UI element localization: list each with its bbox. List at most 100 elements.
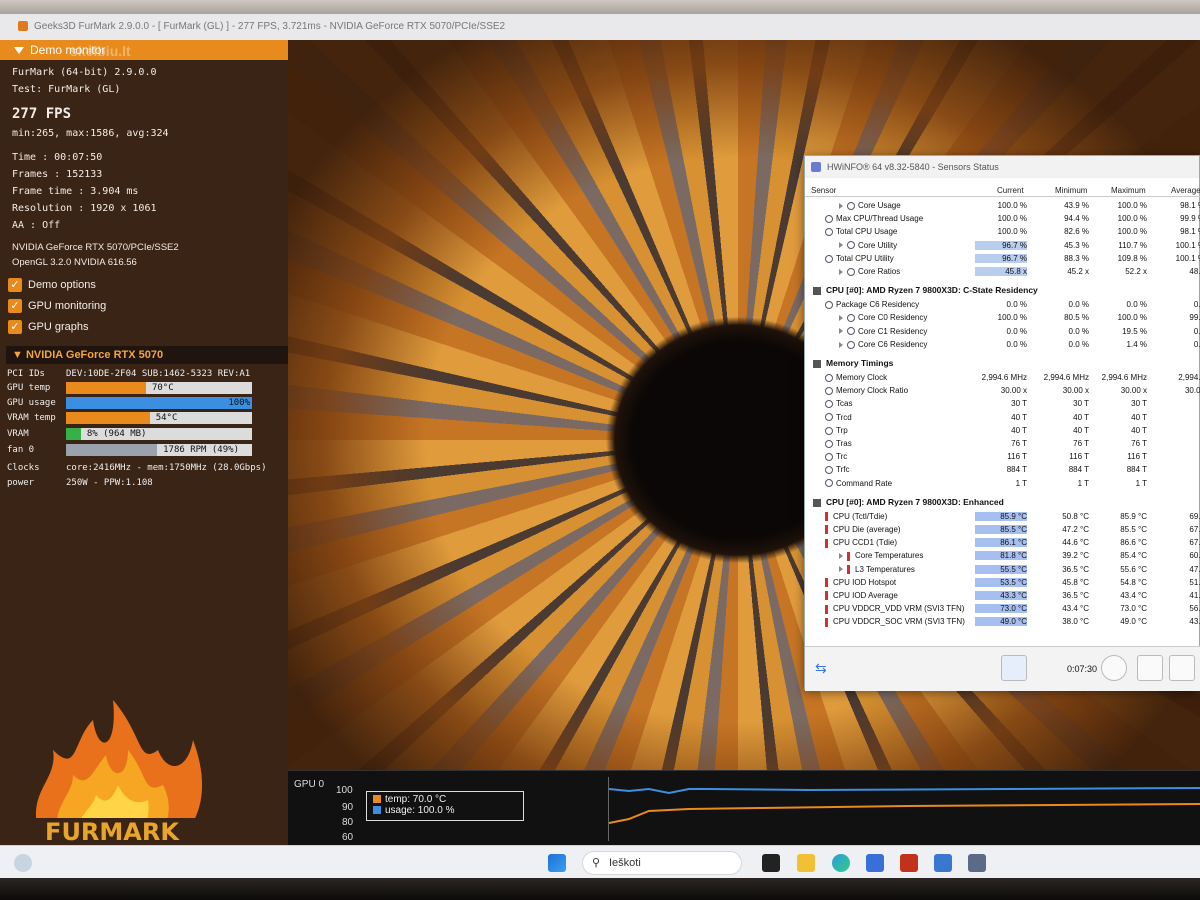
sensor-name: Core C6 Residency bbox=[839, 340, 927, 349]
demo-monitor-header[interactable]: Demo monitor bbox=[0, 40, 288, 60]
sensor-row[interactable]: CPU IOD Hotspot 53.5 °C 45.8 °C 54.8 °C 51.9 bbox=[805, 577, 1200, 590]
sensor-icon bbox=[825, 479, 833, 488]
sensor-row[interactable]: Core Usage 100.0 % 43.9 % 100.0 % 98.1 % bbox=[805, 200, 1200, 213]
hwinfo-sensors-window[interactable]: HWiNFO® 64 v8.32-5840 - Sensors Status S… bbox=[804, 155, 1200, 691]
svg-text:FURMARK: FURMARK bbox=[45, 818, 180, 846]
store-icon[interactable] bbox=[866, 854, 884, 872]
hwinfo-taskbar-icon[interactable] bbox=[934, 854, 952, 872]
sensor-row[interactable]: Tcas 30 T 30 T 30 T bbox=[805, 398, 1200, 411]
log-icon[interactable] bbox=[1137, 655, 1163, 681]
sensor-section-header[interactable]: CPU [#0]: AMD Ryzen 7 9800X3D: Enhanced bbox=[813, 497, 1004, 507]
expand-arrow-icon[interactable] bbox=[839, 268, 843, 275]
col-current[interactable]: Current bbox=[997, 186, 1024, 195]
taskbar-search[interactable]: ⚲ Ieškoti bbox=[582, 851, 742, 875]
expand-arrow-icon[interactable] bbox=[839, 315, 843, 322]
graph-legend: temp: 70.0 °C usage: 100.0 % bbox=[366, 791, 524, 821]
clock-icon[interactable] bbox=[1101, 655, 1127, 681]
sensor-row[interactable]: Tras 76 T 76 T 76 T bbox=[805, 438, 1200, 451]
screen: Geeks3D FurMark 2.9.0.0 - [ FurMark (GL)… bbox=[0, 0, 1200, 900]
value-current: 85.9 °C bbox=[975, 511, 1027, 521]
opengl-version: OpenGL 3.2.0 NVIDIA 616.56 bbox=[12, 257, 137, 268]
expand-arrow-icon[interactable] bbox=[839, 328, 843, 335]
thermometer-icon bbox=[847, 564, 850, 574]
demo-options-checkbox[interactable]: ✓ Demo options bbox=[8, 278, 96, 292]
sensor-icon bbox=[825, 400, 833, 409]
expand-arrow-icon[interactable] bbox=[839, 341, 843, 348]
gpu-graphs-checkbox[interactable]: ✓ GPU graphs bbox=[8, 320, 89, 334]
value-maximum: 116 T bbox=[1127, 452, 1147, 462]
start-icon[interactable] bbox=[548, 854, 566, 872]
sensor-row[interactable]: CPU IOD Average 43.3 °C 36.5 °C 43.4 °C 41.7 bbox=[805, 590, 1200, 603]
sensor-name: Tras bbox=[825, 439, 852, 448]
nav-arrows-icon[interactable]: ⇆ bbox=[815, 655, 841, 681]
file-explorer-icon[interactable] bbox=[797, 854, 815, 872]
sensor-row[interactable]: CPU CCD1 (Tdie) 86.1 °C 44.6 °C 86.6 °C 67.9 bbox=[805, 537, 1200, 550]
col-minimum[interactable]: Minimum bbox=[1055, 186, 1087, 195]
value-average: 100.1 % bbox=[1175, 253, 1200, 263]
value-maximum: 100.0 % bbox=[1117, 313, 1147, 323]
settings-gear-icon[interactable] bbox=[1169, 655, 1195, 681]
sensor-row[interactable]: CPU VDDCR_SOC VRM (SVI3 TFN) 49.0 °C 38.0 … bbox=[805, 616, 1200, 629]
sensor-row[interactable]: Core Ratios 45.8 x 45.2 x 52.2 x 48.0 bbox=[805, 266, 1200, 279]
expand-arrow-icon[interactable] bbox=[839, 553, 843, 560]
value-maximum: 76 T bbox=[1131, 439, 1147, 448]
sensor-row[interactable]: Trp 40 T 40 T 40 T bbox=[805, 425, 1200, 438]
value-minimum: 45.3 % bbox=[1064, 240, 1089, 250]
sensor-row[interactable]: Package C6 Residency 0.0 % 0.0 % 0.0 % 0.0 bbox=[805, 299, 1200, 312]
sensor-row[interactable]: CPU Die (average) 85.5 °C 47.2 °C 85.5 °C 67… bbox=[805, 524, 1200, 537]
sensor-row[interactable]: Total CPU Utility 96.7 % 88.3 % 109.8 % 100.… bbox=[805, 253, 1200, 266]
sensor-row[interactable]: Memory Clock 2,994.6 MHz 2,994.6 MHz 2,994.… bbox=[805, 372, 1200, 385]
sensor-label: CPU (Tctl/Tdie) bbox=[833, 511, 888, 521]
sensor-row[interactable]: Trc 116 T 116 T 116 T bbox=[805, 451, 1200, 464]
sensor-row[interactable]: Core C0 Residency 100.0 % 80.5 % 100.0 % 99.… bbox=[805, 312, 1200, 325]
sensor-row[interactable]: L3 Temperatures 55.5 °C 36.5 °C 55.6 °C 47.1 bbox=[805, 564, 1200, 577]
sensor-row[interactable]: Core Utility 96.7 % 45.3 % 110.7 % 100.1 % bbox=[805, 240, 1200, 253]
gpu-monitoring-checkbox[interactable]: ✓ GPU monitoring bbox=[8, 299, 106, 313]
network-icon[interactable] bbox=[1001, 655, 1027, 681]
gpu-bar-label: GPU usage bbox=[7, 398, 56, 408]
sensor-section-header[interactable]: CPU [#0]: AMD Ryzen 7 9800X3D: C-State R… bbox=[813, 285, 1038, 295]
hwinfo-title: HWiNFO® 64 v8.32-5840 - Sensors Status bbox=[827, 162, 999, 172]
value-minimum: 39.2 °C bbox=[1062, 551, 1089, 561]
sensor-icon bbox=[825, 215, 833, 224]
sensor-row[interactable]: Core Temperatures 81.8 °C 39.2 °C 85.4 °C 60… bbox=[805, 550, 1200, 563]
furmark-titlebar[interactable]: Geeks3D FurMark 2.9.0.0 - [ FurMark (GL)… bbox=[0, 14, 1200, 40]
sensor-icon bbox=[825, 453, 833, 462]
task-view-icon[interactable] bbox=[762, 854, 780, 872]
sensor-section-header[interactable]: Memory Timings bbox=[813, 358, 893, 368]
sensor-row[interactable]: Command Rate 1 T 1 T 1 T bbox=[805, 478, 1200, 491]
value-maximum: 884 T bbox=[1126, 465, 1147, 475]
gpu-section-header[interactable]: ▼ NVIDIA GeForce RTX 5070 bbox=[6, 346, 288, 364]
expand-arrow-icon[interactable] bbox=[839, 242, 843, 249]
sensor-row[interactable]: Total CPU Usage 100.0 % 82.6 % 100.0 % 98.1 … bbox=[805, 226, 1200, 239]
sensor-row[interactable]: Trcd 40 T 40 T 40 T bbox=[805, 412, 1200, 425]
value-current: 30 T bbox=[1011, 399, 1027, 409]
sensor-row[interactable]: CPU VDDCR_VDD VRM (SVI3 TFN) 73.0 °C 43.4 … bbox=[805, 603, 1200, 616]
hwinfo-titlebar[interactable]: HWiNFO® 64 v8.32-5840 - Sensors Status bbox=[805, 156, 1199, 178]
col-sensor[interactable]: Sensor bbox=[811, 186, 836, 195]
sensor-row[interactable]: Core C6 Residency 0.0 % 0.0 % 1.4 % 0.0 bbox=[805, 339, 1200, 352]
hwinfo-sensors-taskbar-icon[interactable] bbox=[968, 854, 986, 872]
expand-arrow-icon[interactable] bbox=[839, 566, 843, 573]
furmark-taskbar-icon[interactable] bbox=[900, 854, 918, 872]
sensor-row[interactable]: Max CPU/Thread Usage 100.0 % 94.4 % 100.0 %… bbox=[805, 213, 1200, 226]
edge-icon[interactable] bbox=[832, 854, 850, 872]
sensor-row[interactable]: Memory Clock Ratio 30.00 x 30.00 x 30.00 x 3… bbox=[805, 385, 1200, 398]
window-title: Geeks3D FurMark 2.9.0.0 - [ FurMark (GL)… bbox=[34, 21, 506, 32]
col-maximum[interactable]: Maximum bbox=[1111, 186, 1146, 195]
elapsed-time: 0:07:30 bbox=[1067, 664, 1098, 674]
col-average[interactable]: Average bbox=[1171, 186, 1200, 195]
sensor-row[interactable]: Core C1 Residency 0.0 % 0.0 % 19.5 % 0.5 bbox=[805, 326, 1200, 339]
expand-arrow-icon[interactable] bbox=[839, 202, 843, 209]
value-current: 96.7 % bbox=[975, 253, 1027, 263]
value-minimum: 1 T bbox=[1077, 478, 1089, 488]
widgets-icon[interactable] bbox=[14, 854, 32, 872]
power-label: power bbox=[7, 478, 35, 488]
sensor-icon bbox=[847, 327, 855, 336]
sensor-icon bbox=[847, 201, 855, 210]
sensor-row[interactable]: CPU (Tctl/Tdie) 85.9 °C 50.8 °C 85.9 °C 69.5 bbox=[805, 511, 1200, 524]
gpu-bar-fill bbox=[66, 397, 252, 409]
value-average: 60.2 bbox=[1189, 551, 1200, 561]
sensor-row[interactable]: Trfc 884 T 884 T 884 T bbox=[805, 464, 1200, 477]
collapse-triangle-icon[interactable] bbox=[14, 47, 24, 55]
